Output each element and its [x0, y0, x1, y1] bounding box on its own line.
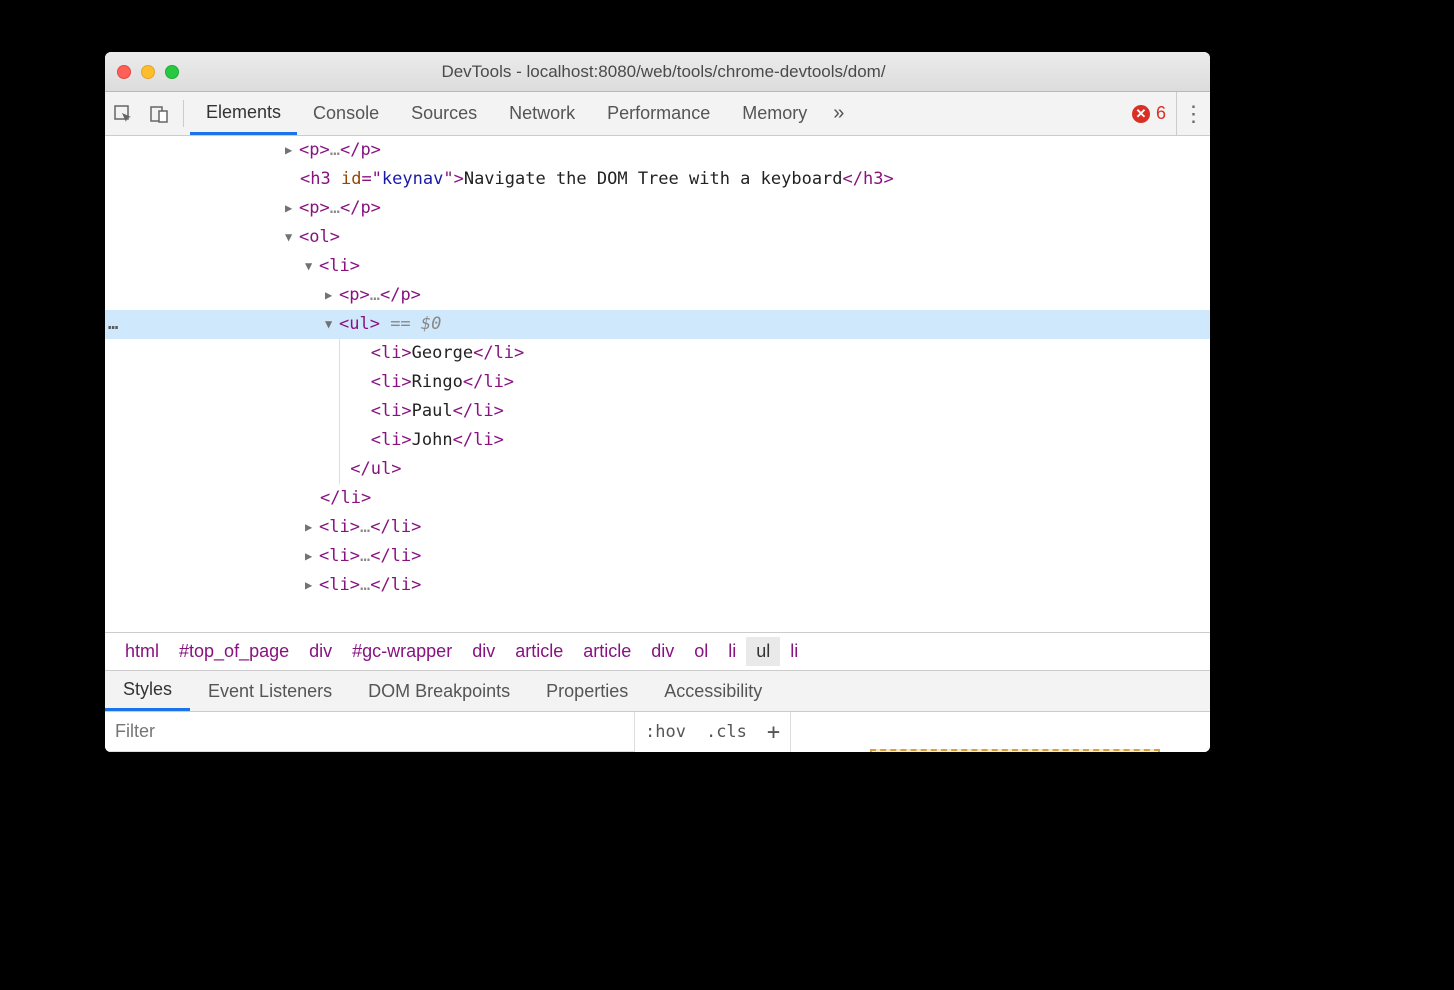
- crumb[interactable]: div: [462, 637, 505, 666]
- crumb[interactable]: article: [573, 637, 641, 666]
- dom-node-ol[interactable]: ▼<ol>: [105, 223, 1210, 252]
- crumb-selected[interactable]: ul: [746, 637, 780, 666]
- dom-node-li-item[interactable]: <li>John</li>: [105, 426, 1210, 455]
- crumb[interactable]: html: [115, 637, 169, 666]
- tab-performance[interactable]: Performance: [591, 92, 726, 135]
- subtab-styles[interactable]: Styles: [105, 671, 190, 711]
- dom-node[interactable]: ▶<p>…</p>: [105, 194, 1210, 223]
- dom-node[interactable]: ▶<p>…</p>: [105, 136, 1210, 165]
- device-toolbar-icon[interactable]: [141, 92, 177, 135]
- styles-filter-input[interactable]: [105, 712, 635, 752]
- dom-node-li-item[interactable]: <li>Paul</li>: [105, 397, 1210, 426]
- subtab-dom-breakpoints[interactable]: DOM Breakpoints: [350, 671, 528, 711]
- traffic-lights: [117, 65, 179, 79]
- dom-node-li-item[interactable]: <li>Ringo</li>: [105, 368, 1210, 397]
- dom-node-h3[interactable]: <h3 id="keynav">Navigate the DOM Tree wi…: [105, 165, 1210, 194]
- dom-node-li-close[interactable]: </li>: [105, 484, 1210, 513]
- error-badge[interactable]: ✕ 6: [1122, 92, 1176, 135]
- titlebar: DevTools - localhost:8080/web/tools/chro…: [105, 52, 1210, 92]
- dom-node[interactable]: ▶<p>…</p>: [105, 281, 1210, 310]
- tab-memory[interactable]: Memory: [726, 92, 823, 135]
- new-style-rule-button[interactable]: +: [757, 720, 790, 745]
- inspect-element-icon[interactable]: [105, 92, 141, 135]
- subtab-accessibility[interactable]: Accessibility: [646, 671, 780, 711]
- dom-node-li[interactable]: ▼<li>: [105, 252, 1210, 281]
- subtab-event-listeners[interactable]: Event Listeners: [190, 671, 350, 711]
- hov-button[interactable]: :hov: [635, 722, 696, 742]
- cls-button[interactable]: .cls: [696, 722, 757, 742]
- crumb[interactable]: div: [641, 637, 684, 666]
- dom-node-li-item[interactable]: <li>George</li>: [105, 339, 1210, 368]
- kebab-menu-icon[interactable]: ⋮: [1176, 92, 1210, 135]
- styles-buttons: :hov .cls +: [635, 712, 791, 752]
- styles-toolbar: :hov .cls +: [105, 712, 1210, 752]
- crumb[interactable]: div: [299, 637, 342, 666]
- crumb[interactable]: #gc-wrapper: [342, 637, 462, 666]
- dom-node-ul-close[interactable]: </ul>: [105, 455, 1210, 484]
- dom-node[interactable]: ▶<li>…</li>: [105, 513, 1210, 542]
- dom-tree[interactable]: ▶<p>…</p> <h3 id="keynav">Navigate the D…: [105, 136, 1210, 632]
- tabs-overflow-button[interactable]: »: [823, 92, 854, 135]
- tab-network[interactable]: Network: [493, 92, 591, 135]
- dom-node[interactable]: ▶<li>…</li>: [105, 542, 1210, 571]
- main-toolbar: Elements Console Sources Network Perform…: [105, 92, 1210, 136]
- window-title: DevTools - localhost:8080/web/tools/chro…: [179, 62, 1148, 82]
- separator: [183, 100, 184, 127]
- styles-subtabs: Styles Event Listeners DOM Breakpoints P…: [105, 670, 1210, 712]
- crumb[interactable]: #top_of_page: [169, 637, 299, 666]
- panel-tabs: Elements Console Sources Network Perform…: [190, 92, 1122, 135]
- styles-preview-area: [791, 712, 1210, 752]
- dom-node[interactable]: ▶<li>…</li>: [105, 571, 1210, 600]
- tab-console[interactable]: Console: [297, 92, 395, 135]
- subtab-properties[interactable]: Properties: [528, 671, 646, 711]
- minimize-window-button[interactable]: [141, 65, 155, 79]
- crumb[interactable]: li: [780, 637, 808, 666]
- error-icon: ✕: [1132, 105, 1150, 123]
- crumb[interactable]: ol: [684, 637, 718, 666]
- breadcrumb-bar: html #top_of_page div #gc-wrapper div ar…: [105, 632, 1210, 670]
- box-model-fragment: [870, 749, 1160, 752]
- tab-sources[interactable]: Sources: [395, 92, 493, 135]
- dom-node-ul-selected[interactable]: ▼<ul> == $0: [105, 310, 1210, 339]
- crumb[interactable]: article: [505, 637, 573, 666]
- devtools-window: DevTools - localhost:8080/web/tools/chro…: [105, 52, 1210, 752]
- close-window-button[interactable]: [117, 65, 131, 79]
- error-count: 6: [1156, 103, 1166, 124]
- zoom-window-button[interactable]: [165, 65, 179, 79]
- tab-elements[interactable]: Elements: [190, 92, 297, 135]
- crumb[interactable]: li: [718, 637, 746, 666]
